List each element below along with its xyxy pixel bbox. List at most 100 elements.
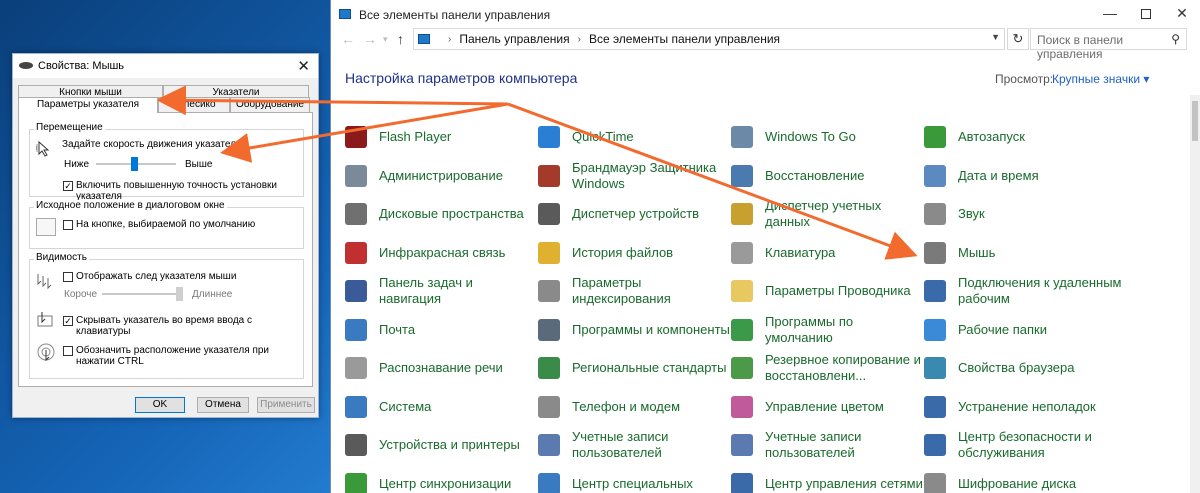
control-panel-item[interactable]: Параметры Проводника [731,272,924,311]
control-panel-item[interactable]: Устранение неполадок [924,388,1124,427]
control-panel-item[interactable]: Диспетчер учетных данных [731,195,924,234]
view-label: Просмотр: [995,72,1054,86]
dialog-button-icon [36,218,56,236]
control-panel-item-label: Почта [379,321,416,337]
close-button[interactable]: ✕ [1164,0,1200,28]
control-panel-item[interactable]: Flash Player [345,118,538,157]
control-panel-item-label: Windows To Go [765,129,856,145]
pointer-trails-checkbox[interactable] [63,272,73,282]
trail-length-slider[interactable] [102,293,182,295]
control-panel-item[interactable]: Администрирование [345,157,538,196]
control-panel-item[interactable]: Мышь [924,234,1124,273]
control-panel-item[interactable]: Шифрование диска [924,465,1124,493]
firewall-icon [538,164,560,187]
apply-button[interactable]: Применить [257,397,315,413]
control-panel-item-label: Flash Player [379,129,452,145]
address-bar[interactable]: › Панель управления › Все элементы панел… [413,28,1005,50]
cancel-button[interactable]: Отмена [197,397,249,413]
search-icon[interactable]: ⚲ [1171,32,1180,46]
control-panel-item-label: Устранение неполадок [958,398,1096,414]
control-panel-item[interactable]: История файлов [538,234,731,273]
ok-button[interactable]: OK [135,397,185,413]
visibility-group-title: Видимость [34,252,89,263]
control-panel-item[interactable]: Панель задач и навигация [345,272,538,311]
forward-arrow-icon[interactable]: → [363,31,377,47]
control-panel-item[interactable]: Устройства и принтеры [345,426,538,465]
control-panel-item-label: Центр синхронизации [379,475,512,491]
control-panel-item[interactable]: Параметры индексирования [538,272,731,311]
control-panel-item[interactable]: Управление цветом [731,388,924,427]
breadcrumb-all-items[interactable]: Все элементы панели управления [589,32,780,46]
tab-hardware[interactable]: Оборудование [230,97,310,113]
control-panel-item[interactable]: Свойства браузера [924,349,1124,388]
control-panel-item[interactable]: Центр безопасности и обслуживания [924,426,1124,465]
control-panel-item[interactable]: Восстановление [731,157,924,196]
control-panel-item[interactable]: Рабочие папки [924,311,1124,350]
system-icon [345,395,367,418]
control-panel-item[interactable]: Автозапуск [924,118,1124,157]
control-panel-item[interactable]: Центр специальных [538,465,731,493]
control-panel-item[interactable]: Учетные записи пользователей [731,426,924,465]
dialog-title-bar: Свойства: Мышь ✕ [13,54,318,78]
snap-to-checkbox[interactable] [63,220,73,230]
control-panel-item[interactable]: Система [345,388,538,427]
trail-length-slider-thumb[interactable] [176,287,183,301]
control-panel-item[interactable]: Региональные стандарты [538,349,731,388]
tab-pointer-options[interactable]: Параметры указателя [18,97,158,113]
pointer-speed-label: Задайте скорость движения указателя: [62,139,245,150]
control-panel-item[interactable]: Распознавание речи [345,349,538,388]
precision-checkbox[interactable]: ✓ [63,181,73,191]
mouse-icon [19,62,33,69]
control-panel-item[interactable]: Windows To Go [731,118,924,157]
control-panel-item-label: Диспетчер учетных данных [765,198,882,230]
pointer-speed-slider-thumb[interactable] [131,157,138,171]
close-icon[interactable]: ✕ [297,57,310,75]
control-panel-item[interactable]: Диспетчер устройств [538,195,731,234]
control-panel-item[interactable]: Учетные записи пользователей [538,426,731,465]
users-icon [731,434,753,457]
ctrl-location-checkbox[interactable] [63,346,73,356]
control-panel-item[interactable]: Инфракрасная связь [345,234,538,273]
view-dropdown[interactable]: Крупные значки ▾ [1052,72,1149,86]
accessibility-icon [538,472,560,493]
breadcrumb-control-panel[interactable]: Панель управления [459,32,569,46]
recent-chevron-icon[interactable]: ▾ [383,34,388,45]
minimize-button[interactable]: — [1092,0,1128,28]
control-panel-item[interactable]: Дата и время [924,157,1124,196]
control-panel-item-label: Устройства и принтеры [379,437,520,453]
control-panel-item-label: Учетные записи пользователей [572,429,669,461]
speaker-icon [924,203,946,226]
pointer-location-icon [36,342,58,364]
scrollbar-thumb[interactable] [1192,101,1198,141]
control-panel-item[interactable]: Резервное копирование и восстановлени... [731,349,924,388]
control-panel-item[interactable]: Центр синхронизации [345,465,538,493]
tab-wheel[interactable]: Колесико [158,97,230,113]
back-arrow-icon[interactable]: ← [341,31,355,47]
maximize-button[interactable] [1128,0,1164,28]
control-panel-item[interactable]: Звук [924,195,1124,234]
control-panel-item[interactable]: Дисковые пространства [345,195,538,234]
control-panel-item[interactable]: Программы по умолчанию [731,311,924,350]
control-panel-item[interactable]: Центр управления сетями [731,465,924,493]
chevron-down-icon[interactable]: ▼ [991,32,1000,42]
printer-icon [345,434,367,457]
file-history-icon [538,241,560,264]
control-panel-item-label: Мышь [958,244,996,260]
control-panel-item[interactable]: Почта [345,311,538,350]
up-arrow-icon[interactable]: ↑ [397,31,404,47]
scrollbar[interactable] [1190,95,1200,493]
control-panel-item[interactable]: Телефон и модем [538,388,731,427]
troubleshooting-icon [924,395,946,418]
control-panel-item-label: Система [379,398,432,414]
search-input[interactable]: Поиск в панели управления ⚲ [1030,28,1187,61]
control-panel-item[interactable]: Брандмауэр Защитника Windows [538,157,731,196]
refresh-icon[interactable]: ↻ [1007,28,1029,50]
control-panel-item[interactable]: Подключения к удаленным рабочим [924,272,1124,311]
hide-while-typing-checkbox[interactable]: ✓ [63,316,73,326]
control-panel-item-label: Телефон и модем [572,398,681,414]
control-panel-item[interactable]: Программы и компоненты [538,311,731,350]
control-panel-item[interactable]: QuickTime [538,118,731,157]
control-panel-item[interactable]: Клавиатура [731,234,924,273]
security-flag-icon [924,434,946,457]
region-icon [538,357,560,380]
